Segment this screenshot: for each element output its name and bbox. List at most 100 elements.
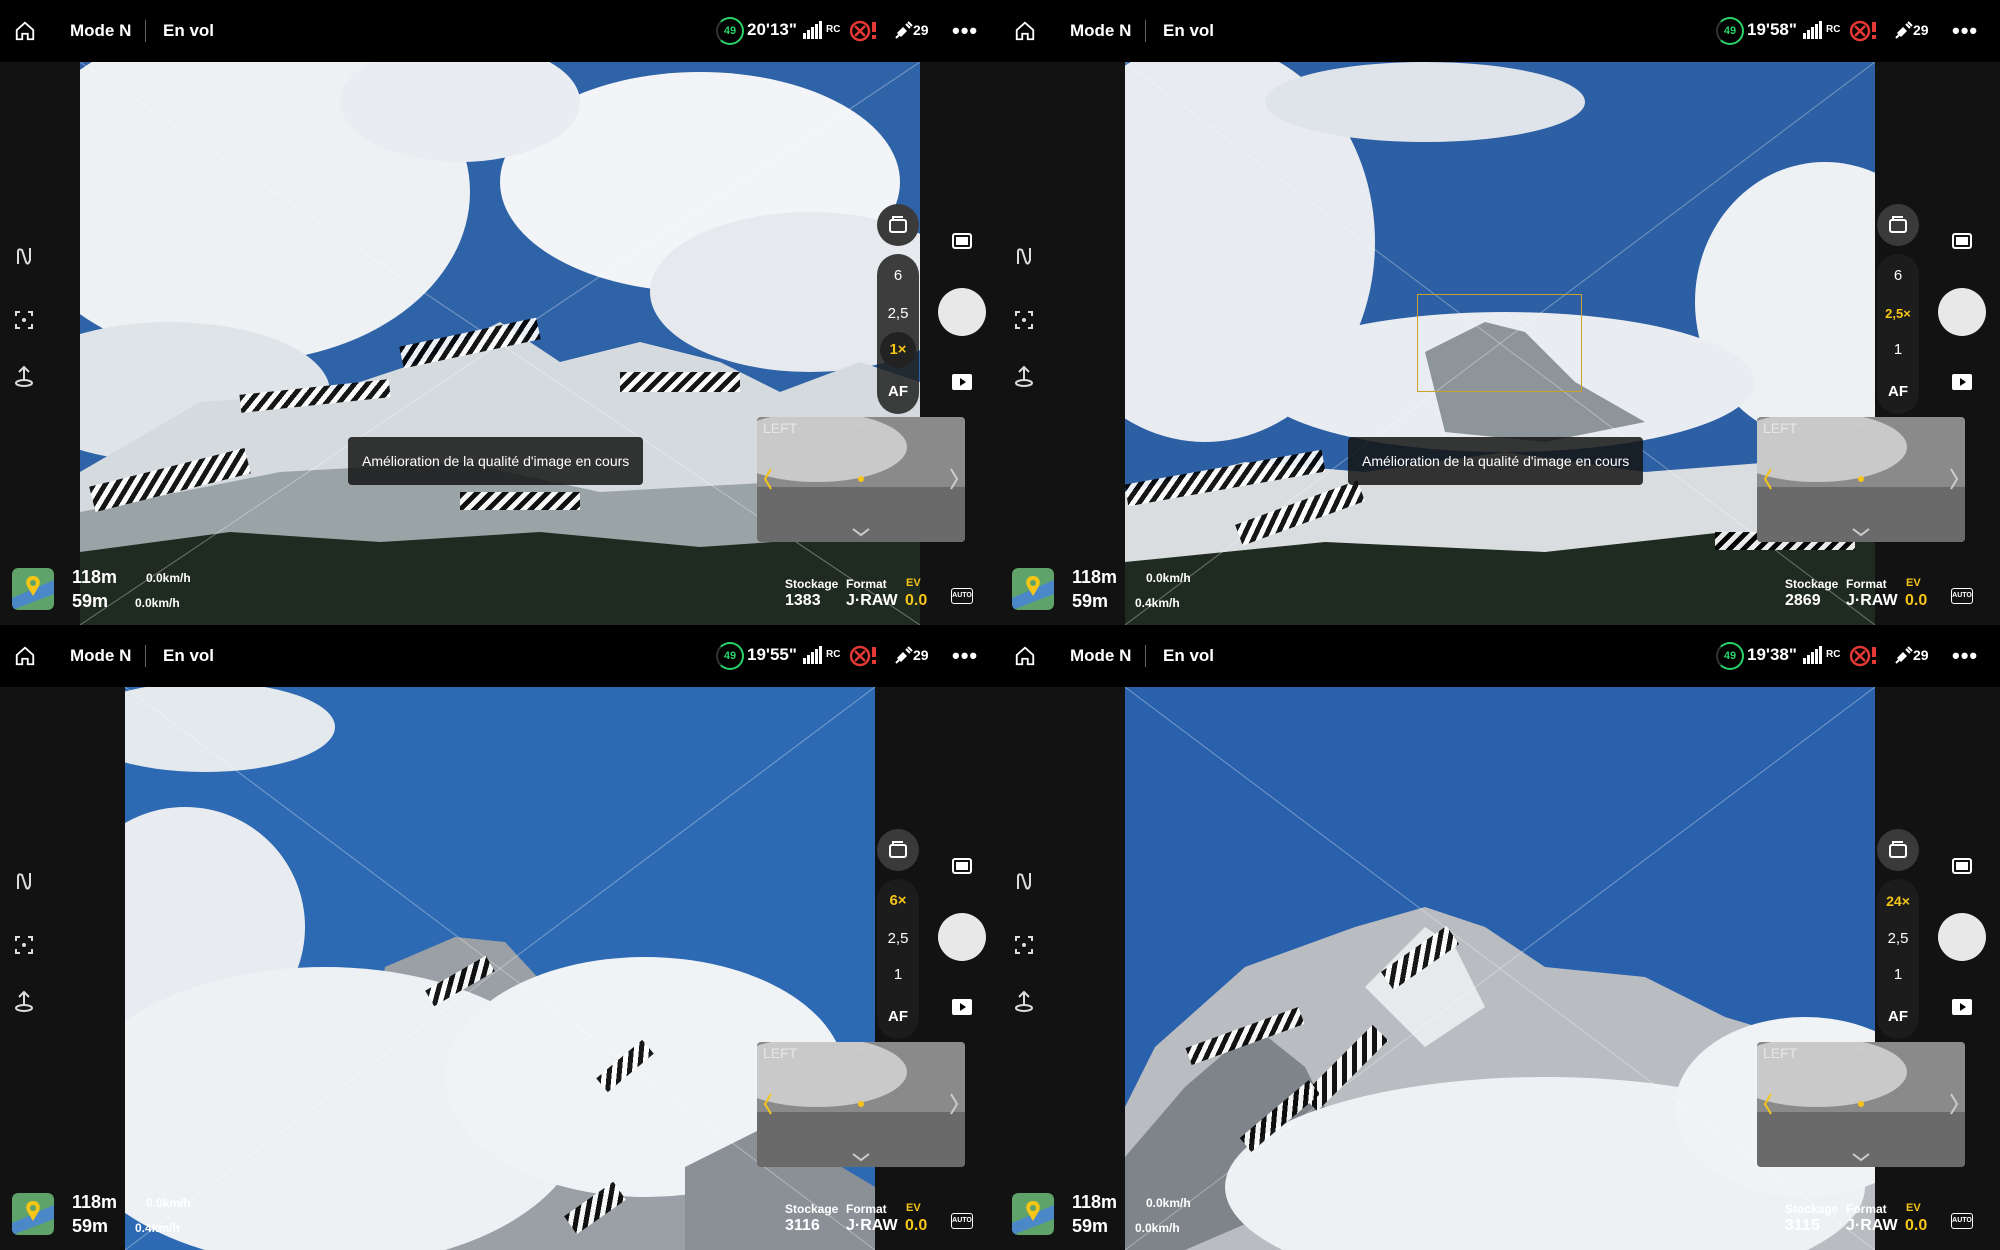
- takeoff-landing-icon[interactable]: [1012, 364, 1036, 388]
- focus-target-icon[interactable]: [1012, 308, 1036, 332]
- auto-exposure-badge[interactable]: AUTO: [1951, 1213, 1973, 1229]
- flight-time-remaining: 20'13": [747, 20, 797, 39]
- takeoff-landing-icon[interactable]: [12, 989, 36, 1013]
- zoom-option-1[interactable]: 1: [1877, 332, 1919, 368]
- format-value[interactable]: J·RAW: [846, 592, 898, 610]
- zoom-option-1[interactable]: 1: [1877, 957, 1919, 993]
- playback-icon[interactable]: [952, 374, 972, 390]
- battery-indicator[interactable]: 49: [716, 642, 744, 670]
- ev-value[interactable]: 0.0: [1905, 1217, 1927, 1235]
- autofocus-button[interactable]: AF: [1877, 374, 1919, 410]
- altitude-value: 118m: [72, 567, 118, 587]
- auto-exposure-badge[interactable]: AUTO: [951, 1213, 973, 1229]
- format-value[interactable]: J·RAW: [846, 1217, 898, 1235]
- map-icon[interactable]: [12, 568, 54, 610]
- rc-label: RC: [1826, 24, 1841, 35]
- divider: [1145, 645, 1146, 667]
- lens-switch-button[interactable]: [1877, 204, 1919, 246]
- flight-mode-label[interactable]: Mode N: [70, 21, 131, 41]
- route-icon[interactable]: [1012, 244, 1036, 268]
- map-icon[interactable]: [12, 1193, 54, 1235]
- auto-exposure-badge[interactable]: AUTO: [1951, 588, 1973, 604]
- bottom-telemetry-bar: 118m 0.0km/h 59m 0.0km/h Stockage 3115 F…: [1000, 1185, 2000, 1250]
- zoom-option-2-5-selected[interactable]: 2,5×: [1877, 296, 1919, 332]
- shutter-button[interactable]: [1938, 913, 1986, 961]
- altitude-value: 118m: [72, 1192, 118, 1212]
- auto-exposure-badge[interactable]: AUTO: [951, 588, 973, 604]
- battery-indicator[interactable]: 49: [1716, 17, 1744, 45]
- more-menu-button[interactable]: •••: [952, 18, 978, 44]
- obstacle-sensing-off-icon[interactable]: [850, 644, 880, 668]
- more-menu-button[interactable]: •••: [952, 643, 978, 669]
- shutter-button[interactable]: [938, 913, 986, 961]
- photo-mode-icon[interactable]: [952, 233, 972, 249]
- takeoff-landing-icon[interactable]: [12, 364, 36, 388]
- minimap-preview[interactable]: LEFT: [1757, 1042, 1965, 1167]
- more-menu-button[interactable]: •••: [1952, 18, 1978, 44]
- flight-mode-label[interactable]: Mode N: [1070, 21, 1131, 41]
- map-icon[interactable]: [1012, 568, 1054, 610]
- home-icon[interactable]: [14, 20, 36, 42]
- zoom-option-1-selected[interactable]: 1×: [880, 332, 916, 368]
- minimap-preview[interactable]: LEFT: [757, 417, 965, 542]
- flight-mode-label[interactable]: Mode N: [70, 646, 131, 666]
- obstacle-sensing-off-icon[interactable]: [1850, 19, 1880, 43]
- ev-value[interactable]: 0.0: [905, 1217, 927, 1235]
- home-icon[interactable]: [14, 645, 36, 667]
- zoom-option-2-5[interactable]: 2,5: [877, 921, 919, 957]
- zoom-option-6[interactable]: 6: [1877, 258, 1919, 294]
- photo-mode-icon[interactable]: [1952, 858, 1972, 874]
- lens-switch-button[interactable]: [877, 829, 919, 871]
- satellite-icon: [1895, 21, 1913, 39]
- minimap-preview[interactable]: LEFT: [757, 1042, 965, 1167]
- focus-target-icon[interactable]: [1012, 933, 1036, 957]
- takeoff-landing-icon[interactable]: [1012, 989, 1036, 1013]
- flight-time-remaining: 19'55": [747, 645, 797, 664]
- obstacle-sensing-off-icon[interactable]: [1850, 644, 1880, 668]
- zoom-option-24-selected[interactable]: 24×: [1877, 883, 1919, 919]
- zoom-option-1[interactable]: 1: [877, 957, 919, 993]
- format-value[interactable]: J·RAW: [1846, 592, 1898, 610]
- minimap-label: LEFT: [1763, 420, 1798, 436]
- satellite-count: 29: [1913, 647, 1929, 663]
- battery-indicator[interactable]: 49: [1716, 642, 1744, 670]
- ev-value[interactable]: 0.0: [1905, 592, 1927, 610]
- map-icon[interactable]: [1012, 1193, 1054, 1235]
- focus-target-icon[interactable]: [12, 308, 36, 332]
- autofocus-button[interactable]: AF: [877, 374, 919, 410]
- minimap-preview[interactable]: LEFT: [1757, 417, 1965, 542]
- focus-target-icon[interactable]: [12, 933, 36, 957]
- route-icon[interactable]: [1012, 869, 1036, 893]
- obstacle-sensing-off-icon[interactable]: [850, 19, 880, 43]
- flight-mode-label[interactable]: Mode N: [1070, 646, 1131, 666]
- autofocus-button[interactable]: AF: [877, 999, 919, 1035]
- autofocus-button[interactable]: AF: [1877, 999, 1919, 1035]
- playback-icon[interactable]: [1952, 999, 1972, 1015]
- ev-value[interactable]: 0.0: [905, 592, 927, 610]
- zoom-option-2-5[interactable]: 2,5: [1877, 921, 1919, 957]
- playback-icon[interactable]: [1952, 374, 1972, 390]
- horizontal-speed: 0.0km/h: [1135, 1221, 1180, 1235]
- zoom-option-6-selected[interactable]: 6×: [877, 883, 919, 919]
- route-icon[interactable]: [12, 869, 36, 893]
- photo-mode-icon[interactable]: [952, 858, 972, 874]
- photo-mode-icon[interactable]: [1952, 233, 1972, 249]
- battery-indicator[interactable]: 49: [716, 17, 744, 45]
- playback-icon[interactable]: [952, 999, 972, 1015]
- lens-switch-button[interactable]: [1877, 829, 1919, 871]
- lens-switch-button[interactable]: [877, 204, 919, 246]
- shutter-button[interactable]: [1938, 288, 1986, 336]
- divider: [145, 645, 146, 667]
- route-icon[interactable]: [12, 244, 36, 268]
- focus-frame[interactable]: [1417, 294, 1582, 392]
- format-label: Format: [846, 1202, 887, 1216]
- zoom-option-6[interactable]: 6: [877, 258, 919, 294]
- home-icon[interactable]: [1014, 645, 1036, 667]
- shutter-button[interactable]: [938, 288, 986, 336]
- format-value[interactable]: J·RAW: [1846, 1217, 1898, 1235]
- vertical-speed: 0.0km/h: [1146, 571, 1191, 585]
- satellite-count: 29: [913, 647, 929, 663]
- home-icon[interactable]: [1014, 20, 1036, 42]
- more-menu-button[interactable]: •••: [1952, 643, 1978, 669]
- zoom-option-2-5[interactable]: 2,5: [877, 296, 919, 332]
